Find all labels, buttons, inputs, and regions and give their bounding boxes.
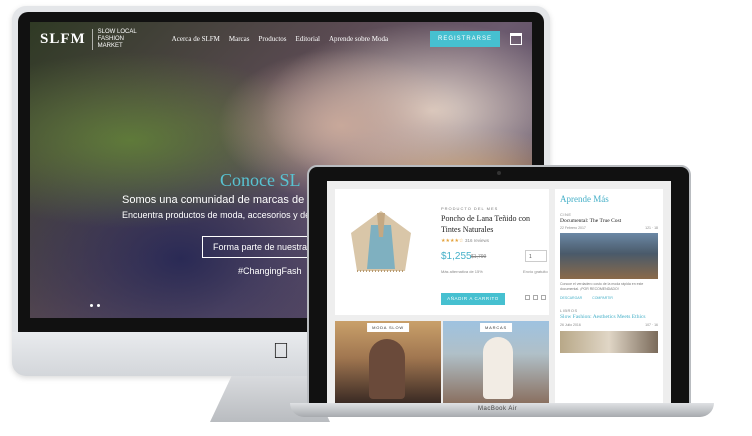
product-card: PRODUCTO DEL MES Poncho de Lana Teñido c…	[335, 189, 549, 315]
poncho-product-image[interactable]	[341, 203, 421, 283]
item-meta: 22 Febrero 2017 121 · 18	[560, 226, 658, 230]
product-price: $1,255	[441, 251, 472, 262]
nav-item-editorial[interactable]: Editorial	[296, 35, 321, 43]
share-button[interactable]: COMPARTIR	[592, 296, 613, 300]
nav-item-productos[interactable]: Productos	[259, 35, 287, 43]
item-title[interactable]: Slow Fashion: Aesthetics Meets Ethics	[560, 314, 658, 321]
calendar-icon: 22 Febrero 2017	[560, 226, 586, 230]
site-navbar: SLFM SLOW LOCAL FASHION MARKET Acerca de…	[30, 22, 532, 56]
site-logo-tagline: SLOW LOCAL FASHION MARKET	[91, 28, 150, 50]
sidebar-aprende-mas: Aprende Más CINE Documental: The True Co…	[555, 189, 663, 403]
tile-tag: MODA SLOW	[367, 323, 409, 332]
hero-subtitle: Somos una comunidad de marcas de	[122, 194, 305, 206]
product-name[interactable]: Poncho de Lana Teñido con Tintes Natural…	[441, 213, 545, 235]
hero-cta-button[interactable]: Forma parte de nuestra	[202, 236, 319, 258]
hero-title: Conoce SL	[220, 170, 301, 190]
share-icons	[525, 295, 546, 300]
sidebar-title: Aprende Más	[560, 194, 609, 204]
camera-icon	[497, 171, 501, 175]
item-meta: 26 Julio 2016 107 · 16	[560, 323, 658, 327]
twitter-icon[interactable]	[533, 295, 538, 300]
shipping-note: Envío gratuito	[523, 269, 548, 274]
macbook-device: PRODUCTO DEL MES Poncho de Lana Teñido c…	[307, 165, 691, 405]
tile-tag: MARCAS	[480, 323, 512, 332]
nav-item-aprende[interactable]: Aprende sobre Moda	[329, 35, 388, 43]
item-category: CINE	[560, 212, 572, 217]
rating-stars-icon: ★★★★☆	[441, 238, 464, 244]
product-kicker: PRODUCTO DEL MES	[441, 206, 499, 211]
hero-subtitle-secondary: Encuentra productos de moda, accesorios …	[122, 210, 320, 220]
macbook-screen: PRODUCTO DEL MES Poncho de Lana Teñido c…	[327, 181, 671, 403]
hero-hashtag: #ChangingFash	[238, 266, 302, 276]
item-description: Conoce el verdadero costo de la moda ráp…	[560, 282, 644, 291]
download-button[interactable]: DESCARGAR	[560, 296, 582, 300]
apple-logo-icon: 	[270, 339, 292, 363]
device-mockup-stage: SLFM SLOW LOCAL FASHION MARKET Acerca de…	[0, 0, 752, 436]
item-counts: 107 · 16	[645, 323, 658, 327]
cart-icon[interactable]	[510, 33, 522, 45]
calendar-icon: 26 Julio 2016	[560, 323, 581, 327]
quantity-stepper[interactable]: 1	[525, 250, 547, 262]
site-logo[interactable]: SLFM	[40, 31, 86, 48]
model-photo	[483, 337, 513, 399]
documentary-thumbnail[interactable]	[560, 233, 658, 279]
add-to-cart-button[interactable]: AÑADIR A CARRITO	[441, 293, 505, 305]
register-button[interactable]: REGISTRARSE	[429, 31, 500, 47]
macbook-label: MacBook Air	[478, 406, 518, 412]
product-old-price: $1,799	[471, 254, 487, 260]
tile-moda-slow[interactable]: MODA SLOW	[335, 321, 441, 403]
item-title[interactable]: Documental: The True Cost	[560, 218, 658, 224]
item-actions: DESCARGAR COMPARTIR	[560, 296, 658, 300]
carousel-dots[interactable]	[90, 304, 100, 307]
book-thumbnail[interactable]	[560, 331, 658, 353]
facebook-icon[interactable]	[525, 295, 530, 300]
review-count[interactable]: 316 reviews	[465, 238, 489, 243]
nav-item-marcas[interactable]: Marcas	[229, 35, 250, 43]
item-category: LIBROS	[560, 308, 578, 313]
item-counts: 121 · 18	[645, 226, 658, 230]
nav-item-acerca[interactable]: Acerca de SLFM	[172, 35, 220, 43]
pinterest-icon[interactable]	[541, 295, 546, 300]
nav-links: Acerca de SLFM Marcas Productos Editoria…	[172, 35, 388, 43]
tile-marcas[interactable]: MARCAS	[443, 321, 549, 403]
stock-note: Más alternativa de 15%	[441, 269, 483, 274]
model-photo	[369, 339, 405, 399]
